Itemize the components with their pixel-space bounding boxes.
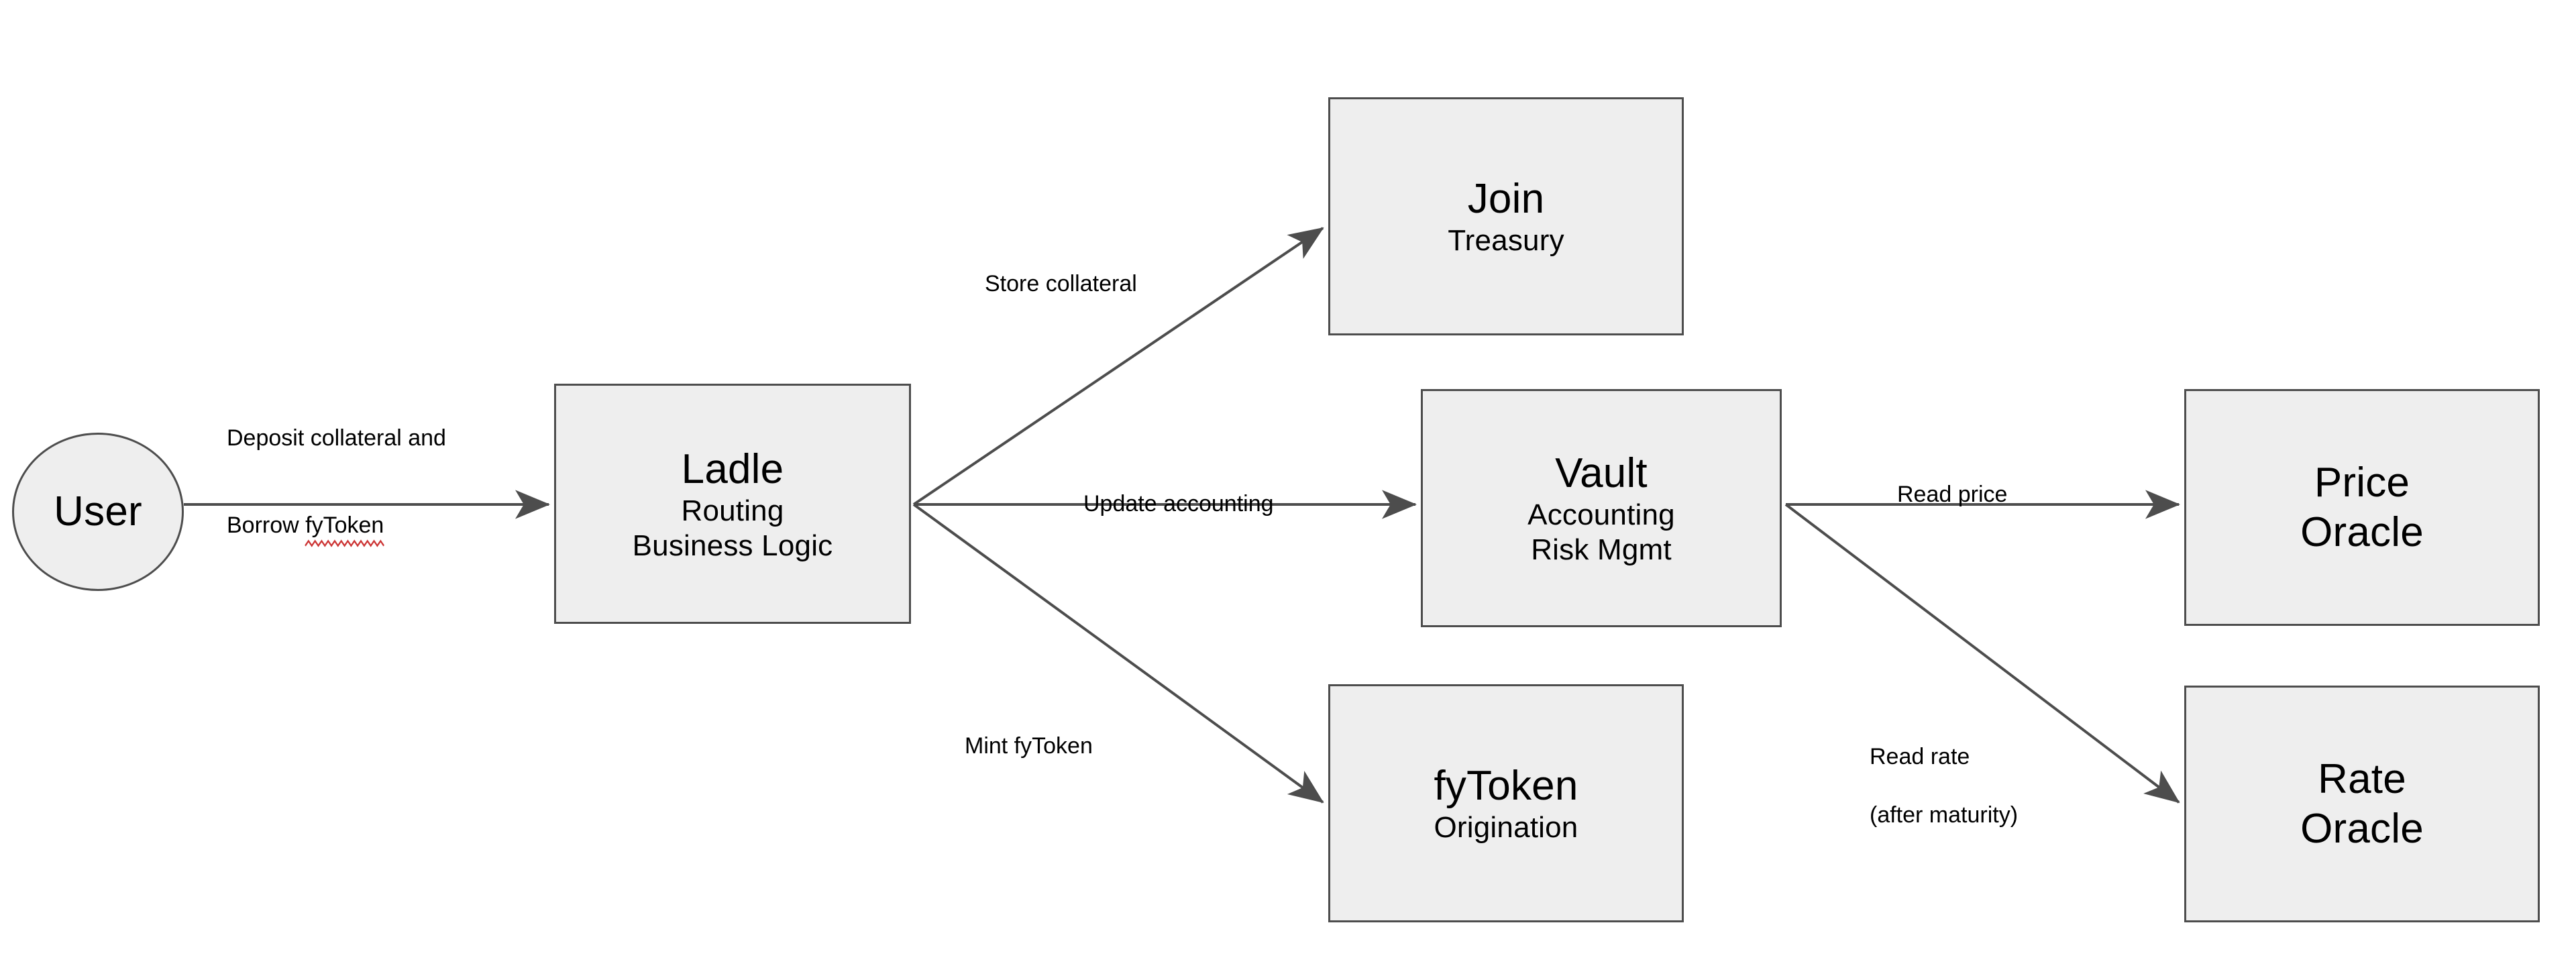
- node-join-title: Join: [1467, 175, 1545, 222]
- edge-label-read-rate-line-2: (after maturity): [1870, 802, 2019, 828]
- edge-label-borrow-prefix: Borrow: [227, 512, 306, 539]
- node-vault-title: Vault: [1555, 450, 1648, 497]
- node-price-oracle-line-1: Price: [2314, 459, 2410, 506]
- node-price-oracle-line-2: Oracle: [2300, 508, 2424, 555]
- node-fytoken-title: fyToken: [1434, 762, 1578, 809]
- edge-label-vault-to-price-oracle: Read price: [1897, 451, 2125, 539]
- node-join[interactable]: Join Treasury: [1328, 97, 1684, 335]
- edge-label-user-to-ladle: Deposit collateral and Borrow fyToken: [227, 394, 542, 570]
- edge-label-ladle-to-join: Store collateral: [985, 240, 1267, 328]
- node-vault[interactable]: Vault Accounting Risk Mgmt: [1421, 389, 1782, 627]
- node-vault-subtitle-1: Accounting: [1527, 498, 1675, 532]
- edge-label-read-price: Read price: [1897, 481, 2008, 507]
- spellcheck-squiggle-icon: [305, 539, 385, 547]
- node-fytoken[interactable]: fyToken Origination: [1328, 684, 1684, 922]
- node-user[interactable]: User: [12, 433, 184, 591]
- node-ladle-title: Ladle: [681, 445, 784, 492]
- node-join-subtitle-1: Treasury: [1448, 224, 1564, 258]
- node-ladle-subtitle-2: Business Logic: [632, 529, 833, 562]
- edge-label-read-rate-line-1: Read rate: [1870, 743, 1970, 769]
- spellcheck-misspelled-word: fyToken: [305, 511, 385, 547]
- node-rate-oracle-line-1: Rate: [2318, 756, 2406, 803]
- edge-label-update-accounting: Update accounting: [1083, 490, 1274, 517]
- node-rate-oracle-line-2: Oracle: [2300, 805, 2424, 852]
- node-rate-oracle[interactable]: Rate Oracle: [2184, 686, 2540, 922]
- node-price-oracle[interactable]: Price Oracle: [2184, 389, 2540, 626]
- node-fytoken-subtitle-1: Origination: [1434, 811, 1578, 845]
- edge-label-mint-fytoken: Mint fyToken: [965, 733, 1093, 759]
- node-user-title: User: [54, 488, 142, 535]
- edge-label-ladle-to-vault: Update accounting: [1083, 460, 1399, 548]
- edge-label-vault-to-rate-oracle: Read rate (after maturity): [1870, 713, 2138, 859]
- edge-label-fytoken-word: fyToken: [305, 512, 384, 539]
- edge-label-ladle-to-fytoken: Mint fyToken: [965, 702, 1233, 790]
- diagram-canvas: User Ladle Routing Business Logic Join T…: [0, 0, 2576, 974]
- node-ladle-subtitle-1: Routing: [681, 494, 784, 527]
- edge-label-user-to-ladle-line-1: Deposit collateral and: [227, 425, 446, 451]
- node-ladle[interactable]: Ladle Routing Business Logic: [554, 384, 911, 624]
- edge-label-user-to-ladle-line-2: Borrow fyToken: [227, 482, 542, 547]
- edge-label-store-collateral: Store collateral: [985, 270, 1137, 296]
- node-vault-subtitle-2: Risk Mgmt: [1531, 533, 1672, 567]
